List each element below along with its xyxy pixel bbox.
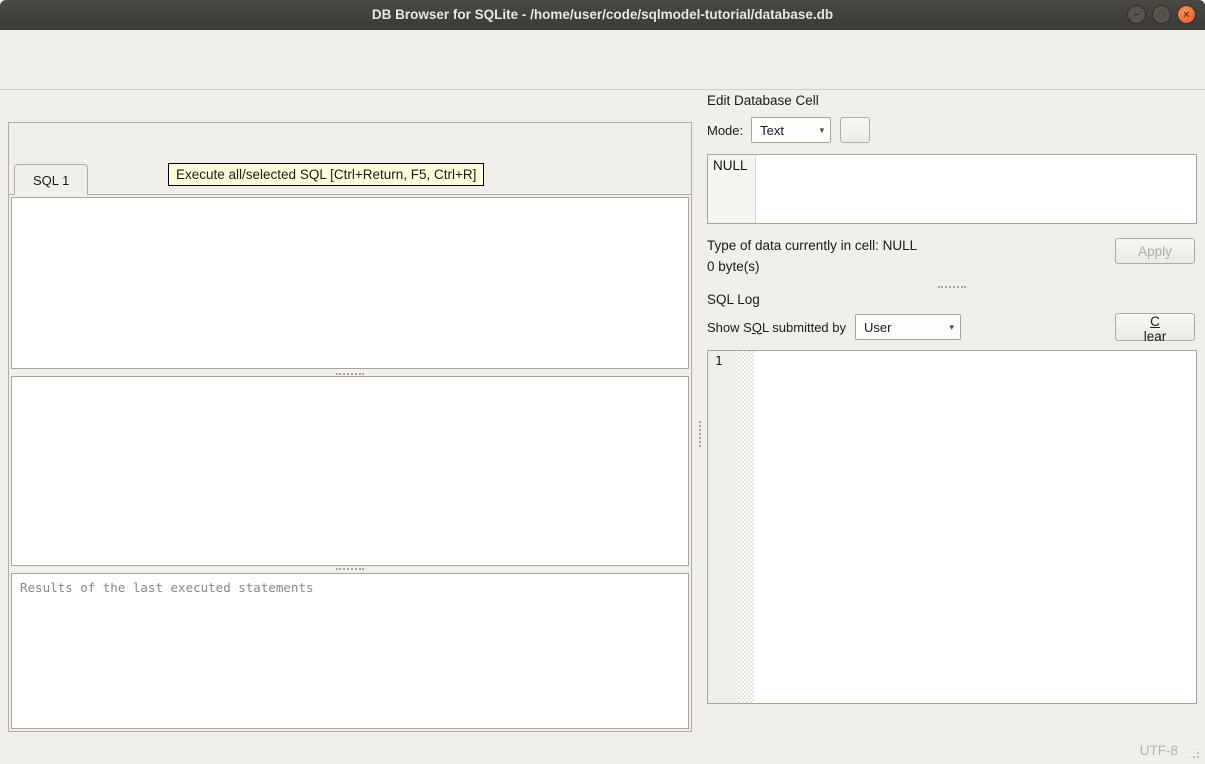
cell-info: Type of data currently in cell: NULL 0 b… [707,238,1197,284]
apply-button[interactable]: Apply [1115,238,1195,264]
maximize-button[interactable]: □ [1152,5,1171,24]
log-filter-label: Show SQL submitted by [707,319,846,335]
right-dock: Edit Database Cell Mode: Text ▾ NULL Typ… [707,90,1197,733]
execute-sql-pane: SQL 1 Results of the last executed state… [8,122,692,732]
log-line-number: 1 [708,351,738,703]
clear-log-button[interactable]: Clear [1115,313,1195,344]
statusbar: UTF-8 [0,735,1205,764]
menubar [0,30,1205,53]
minimize-button[interactable]: − [1127,5,1146,24]
tooltip: Execute all/selected SQL [Ctrl+Return, F… [168,163,485,186]
mode-label: Mode: [707,122,744,138]
chevron-down-icon: ▾ [949,321,954,332]
window-controls: − □ × [1127,5,1196,24]
edit-cell-header: Edit Database Cell [707,90,1197,108]
log-filter-select[interactable]: User ▾ [855,314,961,340]
log-filter-value: User [864,319,892,335]
chevron-down-icon: ▾ [819,124,825,135]
sql-tab-label: SQL 1 [33,172,70,188]
sql-log-title: SQL Log [707,292,760,307]
titlebar[interactable]: DB Browser for SQLite - /home/user/code/… [0,0,1205,30]
bottom-tab-bar [707,706,1197,733]
auto-apply-button[interactable] [840,117,871,143]
execution-status-pane[interactable]: Results of the last executed statements [11,573,689,729]
vertical-splitter-handle[interactable] [696,420,704,448]
sql-editor[interactable] [11,197,689,369]
splitter-handle[interactable] [9,566,691,571]
cell-mode-row: Mode: Text ▾ [707,117,1197,143]
log-fold-margin [738,351,754,703]
close-button[interactable]: × [1177,5,1196,24]
sql-log-controls: Show SQL submitted by User ▾ Clear [707,312,1197,344]
sql-log-header: SQL Log [707,289,1197,307]
cell-value: NULL [713,158,748,173]
mode-select[interactable]: Text ▾ [751,117,832,143]
results-grid[interactable] [11,376,689,566]
mode-value: Text [760,122,784,138]
resize-grip[interactable] [1188,747,1201,760]
edit-cell-title: Edit Database Cell [707,93,819,108]
encoding-label: UTF-8 [1139,743,1178,758]
sql-toolbar [9,123,691,162]
window-title: DB Browser for SQLite - /home/user/code/… [371,7,834,22]
sql-editor-tab[interactable]: SQL 1 [14,164,89,195]
cell-value-editor[interactable]: NULL [707,154,1197,224]
main-toolbar [0,53,1205,90]
sql-log-view[interactable]: 1 [707,350,1197,704]
